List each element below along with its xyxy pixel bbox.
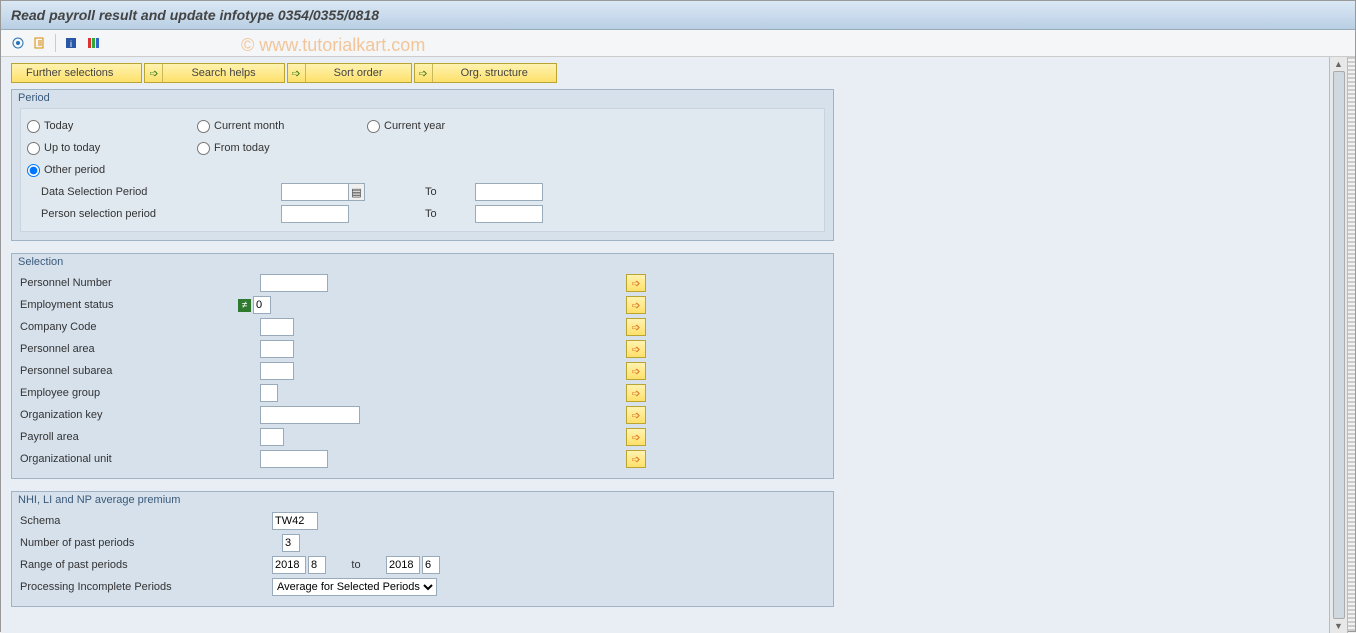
person-selection-to-input[interactable]: [475, 205, 543, 223]
range-to-year-input[interactable]: [386, 556, 420, 574]
arrow-right-icon: ➩: [288, 64, 306, 82]
window-title: Read payroll result and update infotype …: [1, 1, 1355, 30]
not-equal-icon[interactable]: ≠: [238, 299, 251, 312]
org-structure-button[interactable]: ➩ Org. structure: [414, 63, 557, 83]
employee-group-input[interactable]: [260, 384, 278, 402]
current-month-radio[interactable]: [197, 120, 210, 133]
num-past-periods-input[interactable]: [282, 534, 300, 552]
organization-key-input[interactable]: [260, 406, 360, 424]
range-past-periods-label: Range of past periods: [20, 559, 272, 571]
personnel-number-label: Personnel Number: [20, 277, 238, 289]
employee-group-label: Employee group: [20, 387, 238, 399]
processing-incomplete-select[interactable]: Average for Selected Periods: [272, 578, 437, 596]
range-from-month-input[interactable]: [308, 556, 326, 574]
up-to-today-label: Up to today: [44, 142, 100, 154]
color-legend-icon[interactable]: [84, 34, 102, 52]
person-selection-from-input[interactable]: [281, 205, 349, 223]
num-past-periods-label: Number of past periods: [20, 537, 282, 549]
execute-icon[interactable]: [9, 34, 27, 52]
from-today-radio[interactable]: [197, 142, 210, 155]
payroll-area-input[interactable]: [260, 428, 284, 446]
scroll-down-icon[interactable]: ▼: [1334, 621, 1343, 631]
current-month-label: Current month: [214, 120, 284, 132]
data-selection-period-label: Data Selection Period: [41, 186, 241, 198]
vertical-scrollbar[interactable]: ▲ ▼: [1329, 57, 1347, 633]
data-selection-to-input[interactable]: [475, 183, 543, 201]
person-selection-period-label: Person selection period: [41, 208, 241, 220]
multiple-selection-button[interactable]: ➩: [626, 406, 646, 424]
period-legend: Period: [18, 92, 50, 104]
calendar-search-icon[interactable]: ▤: [349, 183, 365, 201]
search-helps-button[interactable]: ➩ Search helps: [144, 63, 284, 83]
company-code-input[interactable]: [260, 318, 294, 336]
current-year-radio[interactable]: [367, 120, 380, 133]
directive-button-row: Further selections ➩ Search helps ➩ Sort…: [11, 63, 1319, 83]
up-to-today-radio[interactable]: [27, 142, 40, 155]
schema-label: Schema: [20, 515, 272, 527]
organizational-unit-input[interactable]: [260, 450, 328, 468]
from-today-label: From today: [214, 142, 270, 154]
company-code-label: Company Code: [20, 321, 238, 333]
employment-status-label: Employment status: [20, 299, 238, 311]
other-period-radio[interactable]: [27, 164, 40, 177]
window-resize-handle[interactable]: [1347, 57, 1355, 633]
content-area: Further selections ➩ Search helps ➩ Sort…: [1, 57, 1329, 633]
window-title-text: Read payroll result and update infotype …: [11, 7, 379, 23]
multiple-selection-button[interactable]: ➩: [626, 450, 646, 468]
further-selections-label: Further selections: [12, 67, 141, 79]
search-helps-label: Search helps: [163, 67, 283, 79]
selection-legend: Selection: [18, 256, 63, 268]
selection-group: Selection Personnel Number ➩ Employment …: [11, 253, 834, 479]
sort-order-button[interactable]: ➩ Sort order: [287, 63, 412, 83]
schema-input[interactable]: [272, 512, 318, 530]
svg-text:i: i: [70, 39, 72, 49]
sort-order-label: Sort order: [306, 67, 411, 79]
organization-key-label: Organization key: [20, 409, 238, 421]
arrow-right-icon: ➩: [145, 64, 163, 82]
nhi-group: NHI, LI and NP average premium Schema Nu…: [11, 491, 834, 607]
personnel-subarea-label: Personnel subarea: [20, 365, 238, 377]
employment-status-input[interactable]: [253, 296, 271, 314]
toolbar: i: [1, 30, 1355, 57]
scroll-up-icon[interactable]: ▲: [1334, 59, 1343, 69]
range-to-label: to: [326, 559, 386, 571]
today-label: Today: [44, 120, 73, 132]
other-period-label: Other period: [44, 164, 105, 176]
scrollbar-thumb[interactable]: [1333, 71, 1345, 619]
range-to-month-input[interactable]: [422, 556, 440, 574]
nhi-legend: NHI, LI and NP average premium: [18, 494, 180, 506]
multiple-selection-button[interactable]: ➩: [626, 362, 646, 380]
multiple-selection-button[interactable]: ➩: [626, 296, 646, 314]
personnel-area-label: Personnel area: [20, 343, 238, 355]
to-label: To: [425, 186, 475, 198]
org-structure-label: Org. structure: [433, 67, 556, 79]
multiple-selection-button[interactable]: ➩: [626, 384, 646, 402]
payroll-area-label: Payroll area: [20, 431, 238, 443]
data-selection-from-input[interactable]: [281, 183, 349, 201]
personnel-area-input[interactable]: [260, 340, 294, 358]
multiple-selection-button[interactable]: ➩: [626, 318, 646, 336]
range-from-year-input[interactable]: [272, 556, 306, 574]
current-year-label: Current year: [384, 120, 445, 132]
info-icon[interactable]: i: [62, 34, 80, 52]
to-label: To: [425, 208, 475, 220]
get-variant-icon[interactable]: [31, 34, 49, 52]
personnel-subarea-input[interactable]: [260, 362, 294, 380]
today-radio[interactable]: [27, 120, 40, 133]
organizational-unit-label: Organizational unit: [20, 453, 238, 465]
multiple-selection-button[interactable]: ➩: [626, 428, 646, 446]
period-group: Period Today Current month Current year: [11, 89, 834, 241]
multiple-selection-button[interactable]: ➩: [626, 274, 646, 292]
further-selections-button[interactable]: Further selections: [11, 63, 142, 83]
multiple-selection-button[interactable]: ➩: [626, 340, 646, 358]
arrow-right-icon: ➩: [415, 64, 433, 82]
processing-incomplete-label: Processing Incomplete Periods: [20, 581, 272, 593]
personnel-number-input[interactable]: [260, 274, 328, 292]
